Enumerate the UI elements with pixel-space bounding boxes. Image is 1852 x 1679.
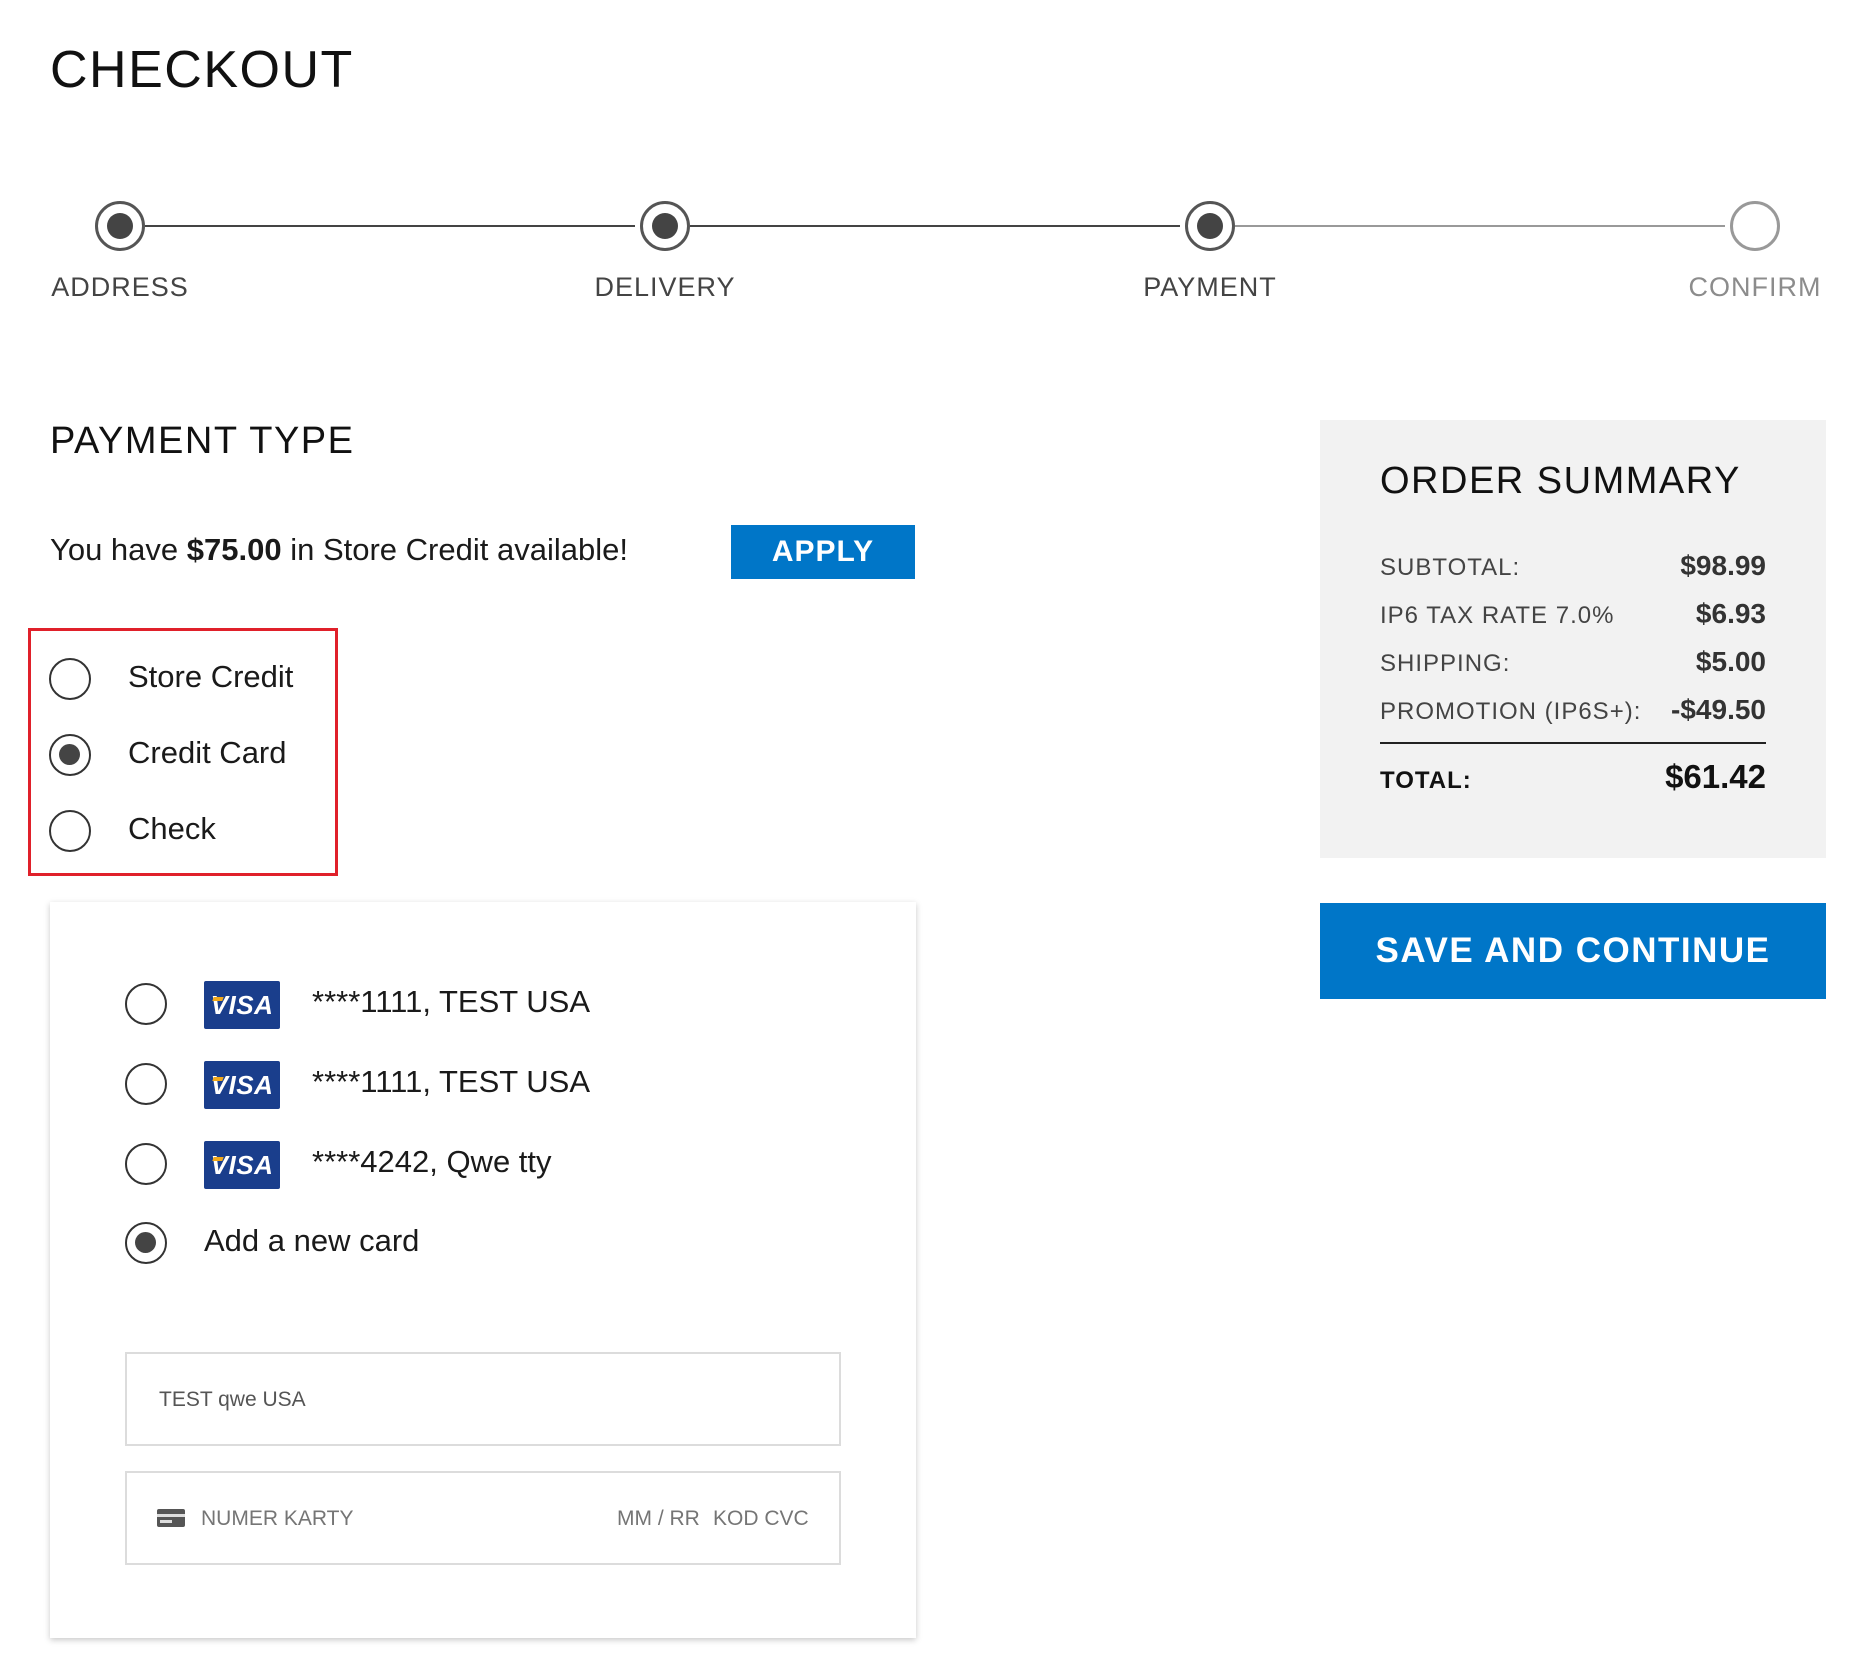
check-radio[interactable]	[49, 810, 91, 852]
step-confirm-indicator	[1730, 201, 1780, 251]
step-connector	[690, 225, 1180, 227]
order-summary-panel: ORDER SUMMARY SUBTOTAL: $98.99 IP6 TAX R…	[1320, 420, 1826, 858]
saved-card-radio[interactable]	[125, 983, 167, 1025]
add-new-card-radio[interactable]	[125, 1222, 167, 1264]
promotion-label: PROMOTION (IP6S+):	[1380, 698, 1642, 725]
step-delivery-indicator[interactable]	[640, 201, 690, 251]
checkout-stepper: ADDRESS DELIVERY PAYMENT CONFIRM	[0, 0, 1852, 320]
add-new-card-label[interactable]: Add a new card	[204, 1223, 419, 1259]
promotion-value: -$49.50	[1671, 694, 1766, 725]
order-summary-title: ORDER SUMMARY	[1380, 460, 1741, 502]
credit-card-label[interactable]: Credit Card	[128, 735, 287, 771]
visa-brand-text: VISA	[210, 989, 274, 1020]
visa-brand-text: VISA	[210, 1069, 274, 1100]
step-confirm-label: CONFIRM	[1688, 272, 1822, 302]
payment-type-title: PAYMENT TYPE	[50, 420, 355, 462]
step-delivery-label[interactable]: DELIVERY	[545, 272, 785, 303]
subtotal-label: SUBTOTAL:	[1380, 554, 1521, 581]
visa-icon: VISA	[204, 981, 280, 1029]
saved-card-radio[interactable]	[125, 1063, 167, 1105]
step-address-indicator[interactable]	[95, 201, 145, 251]
tax-value: $6.93	[1695, 598, 1766, 629]
credit-card-icon	[157, 1509, 185, 1527]
total-value: $61.42	[1665, 758, 1766, 795]
saved-card-label[interactable]: ****1111, TEST USA	[312, 1064, 590, 1100]
card-number-input[interactable]	[199, 1506, 523, 1532]
total-label: TOTAL:	[1380, 767, 1472, 794]
summary-divider	[1380, 742, 1766, 744]
cardholder-name-field[interactable]	[125, 1352, 841, 1446]
step-address-label[interactable]: ADDRESS	[0, 272, 240, 303]
step-connector	[145, 225, 635, 227]
save-and-continue-button[interactable]: SAVE AND CONTINUE	[1320, 903, 1826, 999]
saved-card-label[interactable]: ****1111, TEST USA	[312, 984, 590, 1020]
summary-row: SUBTOTAL: $98.99	[1380, 550, 1766, 582]
cvc-input[interactable]	[711, 1506, 825, 1532]
summary-row: PROMOTION (IP6S+): -$49.50	[1380, 694, 1766, 726]
card-details-field[interactable]	[125, 1471, 841, 1565]
step-payment-indicator[interactable]	[1185, 201, 1235, 251]
credit-card-radio[interactable]	[49, 734, 91, 776]
step-payment-label[interactable]: PAYMENT	[1090, 272, 1330, 303]
summary-total-row: TOTAL: $61.42	[1380, 758, 1766, 796]
summary-row: IP6 TAX RATE 7.0% $6.93	[1380, 598, 1766, 630]
apply-store-credit-button[interactable]: APPLY	[731, 525, 915, 579]
expiry-input[interactable]	[615, 1506, 709, 1532]
saved-card-label[interactable]: ****4242, Qwe tty	[312, 1144, 552, 1180]
summary-row: SHIPPING: $5.00	[1380, 646, 1766, 678]
tax-label: IP6 TAX RATE 7.0%	[1380, 602, 1615, 629]
store-credit-suffix: in Store Credit available!	[281, 532, 628, 567]
store-credit-label[interactable]: Store Credit	[128, 659, 293, 695]
saved-card-radio[interactable]	[125, 1143, 167, 1185]
store-credit-message: You have $75.00 in Store Credit availabl…	[50, 532, 628, 568]
store-credit-amount: $75.00	[186, 532, 282, 567]
cardholder-name-input[interactable]	[157, 1387, 801, 1413]
credit-card-panel: VISA ****1111, TEST USA VISA ****1111, T…	[50, 902, 916, 1638]
step-connector	[1235, 225, 1725, 227]
shipping-label: SHIPPING:	[1380, 650, 1511, 677]
subtotal-value: $98.99	[1680, 550, 1766, 581]
visa-brand-text: VISA	[210, 1149, 274, 1180]
store-credit-prefix: You have	[50, 532, 187, 567]
check-label[interactable]: Check	[128, 811, 216, 847]
visa-icon: VISA	[204, 1061, 280, 1109]
store-credit-radio[interactable]	[49, 658, 91, 700]
shipping-value: $5.00	[1695, 646, 1766, 677]
visa-icon: VISA	[204, 1141, 280, 1189]
